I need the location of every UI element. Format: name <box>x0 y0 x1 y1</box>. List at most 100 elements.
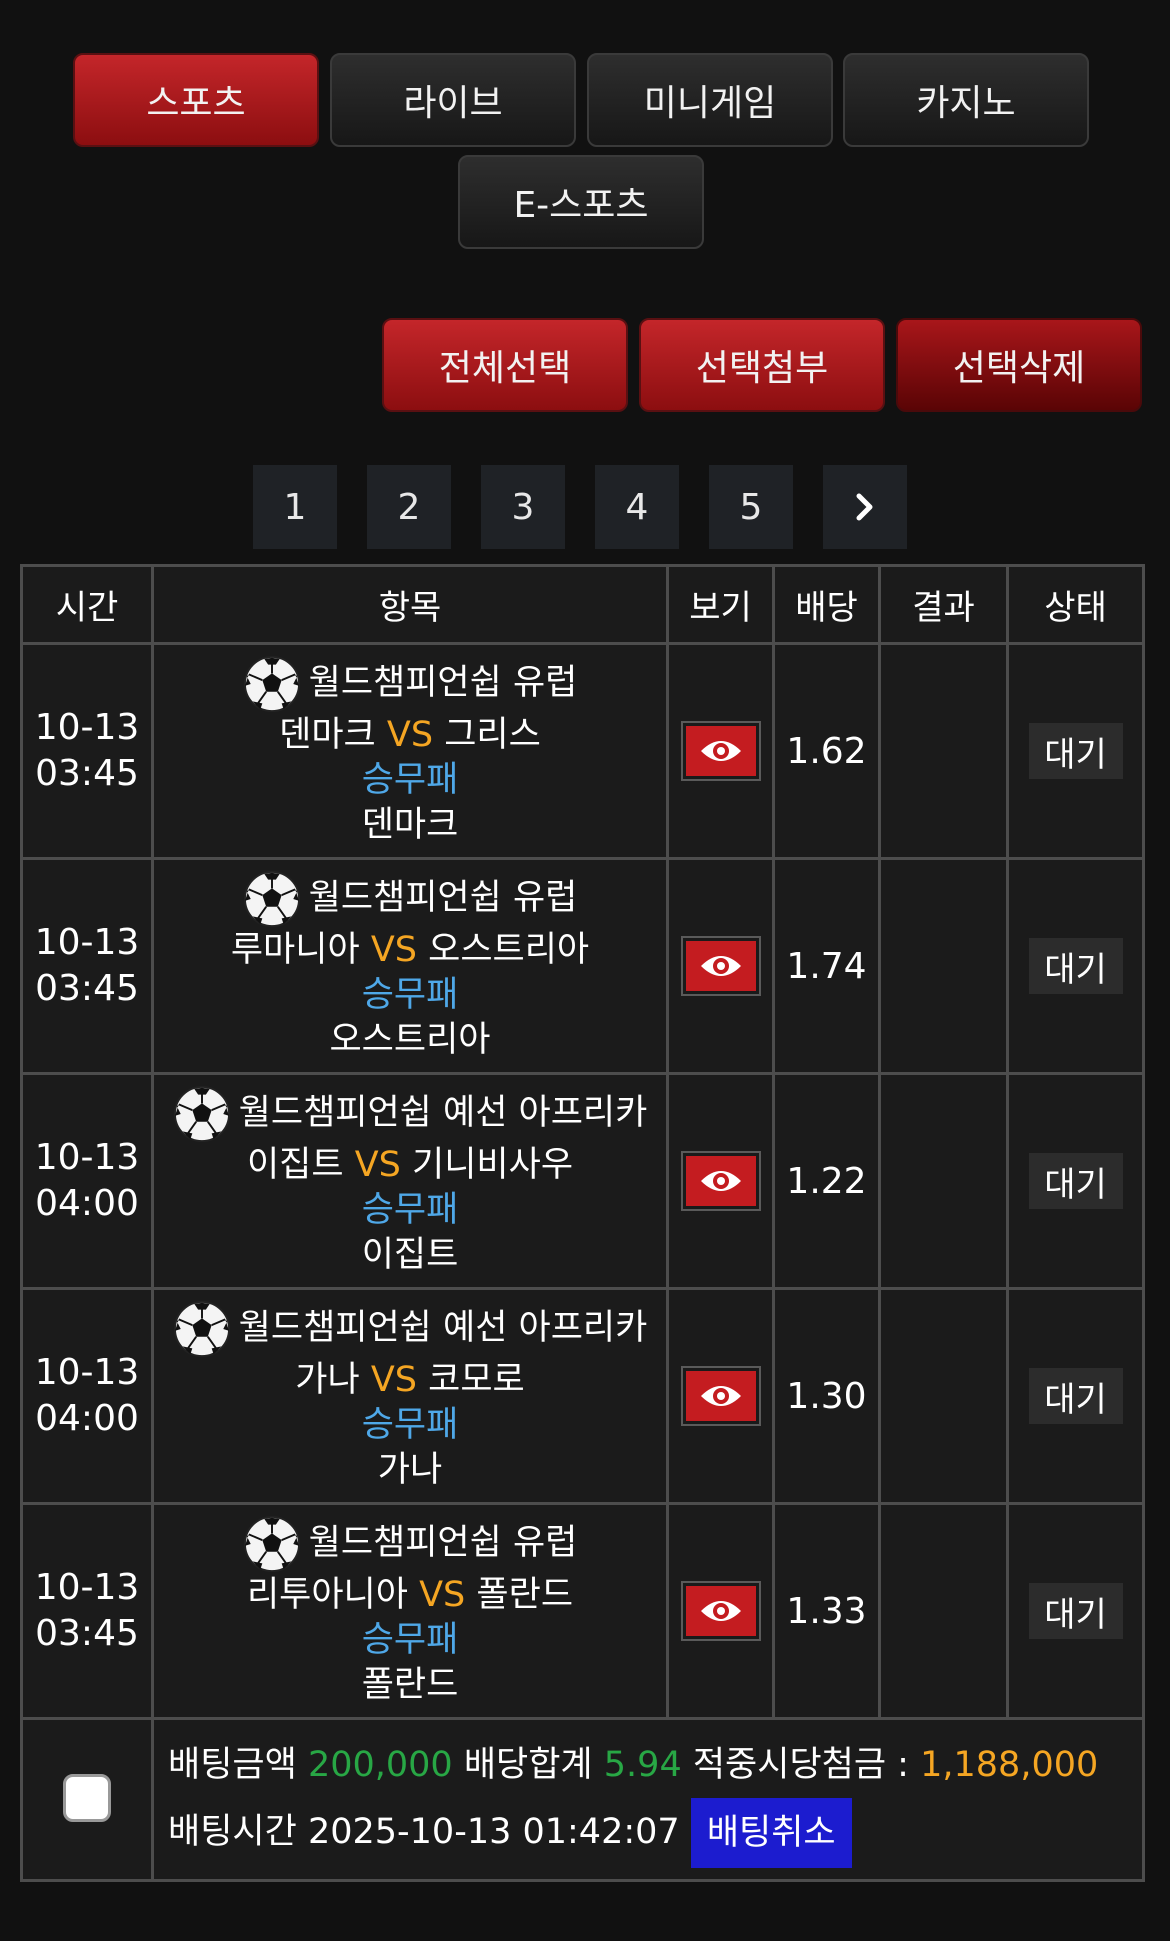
next-page-button[interactable] <box>823 465 907 549</box>
soccer-ball-icon <box>243 1515 300 1572</box>
market-type: 승무패 <box>361 1189 459 1230</box>
league-name: 월드챔피언쉽 유럽 <box>308 877 578 918</box>
market-type: 승무패 <box>361 1619 459 1660</box>
view-button[interactable] <box>680 1151 761 1211</box>
picked-selection: 가나 <box>377 1449 443 1490</box>
match-date: 10-13 <box>34 1352 140 1393</box>
vs-label: VS <box>386 714 434 755</box>
header-result: 결과 <box>878 564 1009 645</box>
chevron-right-icon <box>856 493 873 521</box>
header-time: 시간 <box>20 564 154 645</box>
select-checkbox[interactable] <box>63 1773 111 1822</box>
tab-esports[interactable]: E-스포츠 <box>458 155 704 249</box>
view-button[interactable] <box>680 721 761 781</box>
away-team: 기니비사우 <box>412 1144 574 1185</box>
time-cell: 10-13 04:00 <box>20 1287 154 1505</box>
match-time: 03:45 <box>35 753 139 794</box>
eye-icon <box>700 1171 741 1191</box>
bet-history-table: 시간 항목 보기 배당 결과 상태 10-13 03:45 월드챔피언쉽 유럽 … <box>20 564 1145 1882</box>
market-type: 승무패 <box>361 1404 459 1445</box>
status-badge: 대기 <box>1028 723 1123 779</box>
bet-time-label: 배팅시간 <box>168 1811 297 1852</box>
away-team: 오스트리아 <box>428 929 590 970</box>
header-view: 보기 <box>666 564 775 645</box>
status-cell: 대기 <box>1006 1287 1145 1505</box>
soccer-ball-icon <box>243 870 300 927</box>
view-button[interactable] <box>680 936 761 996</box>
table-header-row: 시간 항목 보기 배당 결과 상태 <box>20 564 1145 645</box>
page-4[interactable]: 4 <box>595 465 679 549</box>
match-time: 03:45 <box>35 1613 139 1654</box>
league-line: 월드챔피언쉽 예선 아프리카 <box>154 1300 666 1358</box>
page-3[interactable]: 3 <box>481 465 565 549</box>
picked-selection: 이집트 <box>361 1234 459 1275</box>
result-cell <box>878 642 1009 860</box>
league-name: 월드챔피언쉽 예선 아프리카 <box>238 1092 648 1133</box>
home-team: 덴마크 <box>279 714 376 755</box>
league-line: 월드챔피언쉽 유럽 <box>154 655 666 713</box>
eye-icon <box>700 1386 741 1406</box>
away-team: 코모로 <box>428 1359 525 1400</box>
time-cell: 10-13 03:45 <box>20 1502 154 1720</box>
matchup-line: 리투아니아 VS 폴란드 <box>154 1573 666 1618</box>
table-row: 10-13 04:00 월드챔피언쉽 예선 아프리카 이집트 VS 기니비사우 … <box>20 1072 1145 1290</box>
result-cell <box>878 857 1009 1075</box>
item-cell: 월드챔피언쉽 유럽 리투아니아 VS 폴란드 승무패 폴란드 <box>151 1502 669 1720</box>
bet-time-value: 2025-10-13 01:42:07 <box>307 1811 680 1852</box>
header-status: 상태 <box>1006 564 1145 645</box>
view-cell <box>666 642 775 860</box>
time-cell: 10-13 04:00 <box>20 1072 154 1290</box>
cancel-bet-button[interactable]: 배팅취소 <box>690 1797 852 1868</box>
summary-line-1: 배팅금액 200,000 배당합계 5.94 적중시당첨금 : 1,188,00… <box>168 1732 1142 1798</box>
time-cell: 10-13 03:45 <box>20 642 154 860</box>
bet-summary-row: 배팅금액 200,000 배당합계 5.94 적중시당첨금 : 1,188,00… <box>20 1717 1145 1882</box>
attach-selected-button[interactable]: 선택첨부 <box>639 318 885 412</box>
soccer-ball-icon <box>173 1085 230 1142</box>
league-line: 월드챔피언쉽 유럽 <box>154 1515 666 1573</box>
home-team: 가나 <box>295 1359 360 1400</box>
status-cell: 대기 <box>1006 642 1145 860</box>
time-cell: 10-13 03:45 <box>20 857 154 1075</box>
match-date: 10-13 <box>34 922 140 963</box>
header-odds: 배당 <box>772 564 881 645</box>
result-cell <box>878 1287 1009 1505</box>
status-badge: 대기 <box>1028 1583 1123 1639</box>
item-cell: 월드챔피언쉽 유럽 루마니아 VS 오스트리아 승무패 오스트리아 <box>151 857 669 1075</box>
page-2[interactable]: 2 <box>367 465 451 549</box>
table-row: 10-13 03:45 월드챔피언쉽 유럽 리투아니아 VS 폴란드 승무패 폴… <box>20 1502 1145 1720</box>
status-cell: 대기 <box>1006 857 1145 1075</box>
tab-live[interactable]: 라이브 <box>330 53 576 147</box>
league-line: 월드챔피언쉽 예선 아프리카 <box>154 1085 666 1143</box>
table-row: 10-13 04:00 월드챔피언쉽 예선 아프리카 가나 VS 코모로 승무패… <box>20 1287 1145 1505</box>
tab-minigame[interactable]: 미니게임 <box>587 53 833 147</box>
page-5[interactable]: 5 <box>709 465 793 549</box>
view-button[interactable] <box>680 1366 761 1426</box>
matchup-line: 이집트 VS 기니비사우 <box>154 1143 666 1188</box>
select-all-button[interactable]: 전체선택 <box>382 318 628 412</box>
home-team: 리투아니아 <box>246 1574 408 1615</box>
matchup-line: 루마니아 VS 오스트리아 <box>154 928 666 973</box>
item-cell: 월드챔피언쉽 예선 아프리카 가나 VS 코모로 승무패 가나 <box>151 1287 669 1505</box>
view-button[interactable] <box>680 1581 761 1641</box>
status-cell: 대기 <box>1006 1502 1145 1720</box>
status-badge: 대기 <box>1028 938 1123 994</box>
page-1[interactable]: 1 <box>253 465 337 549</box>
view-cell <box>666 1072 775 1290</box>
matchup-line: 덴마크 VS 그리스 <box>154 713 666 758</box>
home-team: 루마니아 <box>230 929 360 970</box>
vs-label: VS <box>370 1359 417 1400</box>
picked-selection: 덴마크 <box>361 804 459 845</box>
view-cell <box>666 1287 775 1505</box>
tab-sports[interactable]: 스포츠 <box>73 53 319 147</box>
eye-icon <box>700 741 741 761</box>
eye-icon <box>700 1601 741 1621</box>
view-cell <box>666 1502 775 1720</box>
view-cell <box>666 857 775 1075</box>
soccer-ball-icon <box>173 1300 230 1357</box>
item-cell: 월드챔피언쉽 유럽 덴마크 VS 그리스 승무패 덴마크 <box>151 642 669 860</box>
bet-summary: 배팅금액 200,000 배당합계 5.94 적중시당첨금 : 1,188,00… <box>151 1717 1145 1882</box>
tab-casino[interactable]: 카지노 <box>843 53 1089 147</box>
odds-cell: 1.62 <box>772 642 881 860</box>
bet-amount-label: 배팅금액 <box>168 1744 297 1785</box>
delete-selected-button[interactable]: 선택삭제 <box>896 318 1142 412</box>
